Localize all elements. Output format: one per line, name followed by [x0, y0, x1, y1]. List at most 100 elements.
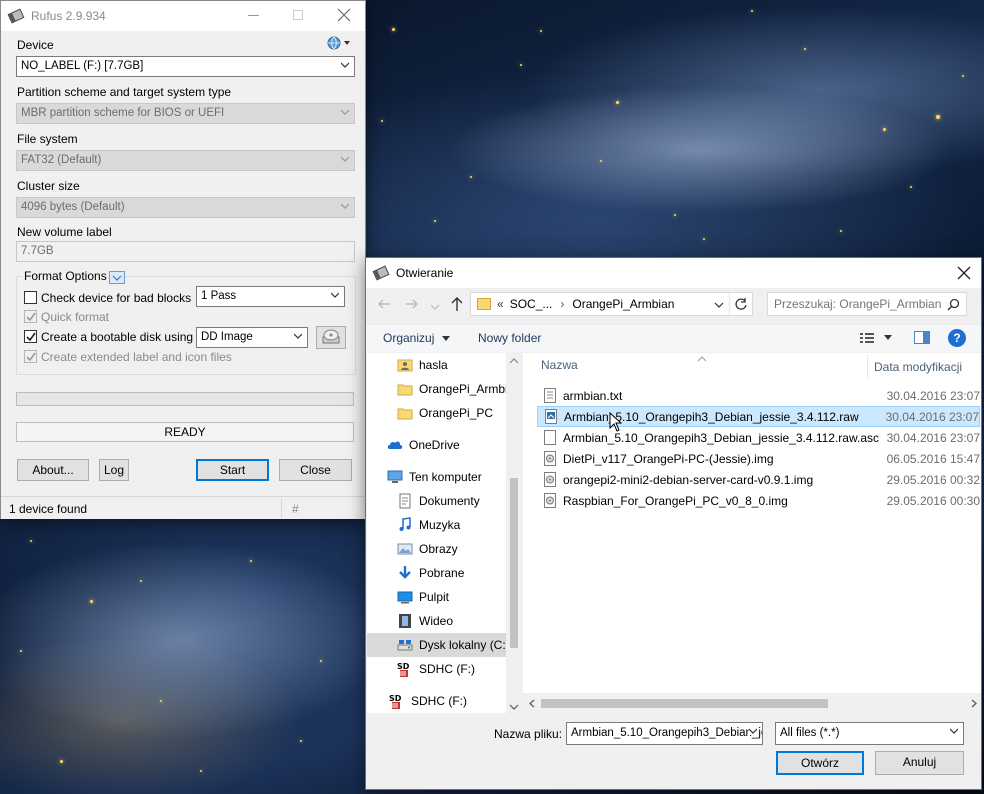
breadcrumb-separator: › [560, 297, 565, 311]
refresh-icon[interactable] [734, 297, 748, 311]
passes-select[interactable]: 1 Pass [196, 286, 345, 307]
nav-item[interactable]: Obrazy [367, 537, 507, 561]
nav-item[interactable]: OrangePi_PC [367, 401, 507, 425]
nav-item[interactable]: Pulpit [367, 585, 507, 609]
chevron-down-icon [294, 333, 302, 339]
file-name: Raspbian_For_OrangePi_PC_v0_8_0.img [563, 493, 788, 508]
status-box: READY [16, 422, 354, 442]
navigation-pane: hasla OrangePi_Armbi OrangePi_PC OneDrive Te… [367, 353, 522, 713]
address-bar[interactable]: « SOC_... › OrangePi_Armbian [470, 292, 753, 316]
nav-item[interactable]: SD SDHC (F:) [367, 657, 507, 681]
forward-arrow-icon[interactable] [404, 298, 420, 313]
star [60, 760, 63, 763]
scroll-left-icon[interactable] [527, 695, 537, 712]
new-folder-button[interactable]: Nowy folder [478, 331, 541, 345]
organize-menu[interactable]: Organizuj [383, 331, 450, 345]
nav-item-label: SDHC (F:) [419, 662, 475, 676]
close-icon[interactable] [955, 264, 973, 282]
format-options-label: Format Options [21, 269, 110, 283]
bootable-checkbox[interactable] [24, 330, 37, 343]
star [910, 186, 912, 188]
nav-item[interactable]: SD SDHC (F:) [367, 689, 507, 713]
star [20, 650, 22, 652]
scroll-down-icon[interactable] [506, 702, 522, 712]
rufus-titlebar[interactable]: Rufus 2.9.934 [1, 1, 365, 31]
status-bar: 1 device found # [1, 496, 365, 519]
file-name: DietPi_v117_OrangePi-PC-(Jessie).img [563, 451, 774, 466]
h-scroll-thumb[interactable] [541, 699, 828, 708]
toggle-advanced-icon[interactable] [109, 271, 125, 284]
star [883, 128, 886, 131]
extended-label-checkbox [24, 350, 37, 363]
view-options-icon[interactable] [860, 331, 900, 348]
image-type-value: DD Image [201, 331, 253, 343]
nav-item[interactable]: OrangePi_Armbi [367, 377, 508, 401]
cancel-button[interactable]: Anuluj [875, 751, 964, 775]
star [381, 120, 383, 122]
breadcrumb-overflow[interactable]: « [497, 297, 504, 311]
address-dropdown-icon[interactable] [714, 301, 724, 309]
search-box[interactable] [767, 292, 967, 316]
file-row[interactable]: DietPi_v117_OrangePi-PC-(Jessie).img 06.0… [537, 448, 980, 469]
dialog-titlebar[interactable]: Otwieranie [366, 258, 981, 288]
nav-item[interactable]: Dokumenty [367, 489, 507, 513]
passes-select-value: 1 Pass [201, 290, 237, 302]
nav-item[interactable]: Ten komputer [367, 465, 507, 489]
scroll-thumb[interactable] [510, 478, 518, 648]
file-row[interactable]: orangepi2-mini2-debian-server-card-v0.9.… [537, 469, 980, 490]
log-button[interactable]: Log [99, 459, 129, 481]
file-row[interactable]: Armbian_5.10_Orangepih3_Debian_jessie_3.… [537, 427, 980, 448]
back-arrow-icon[interactable] [376, 298, 392, 313]
preview-pane-icon[interactable] [914, 331, 930, 344]
star [300, 740, 302, 742]
nav-item-label: Ten komputer [409, 470, 482, 484]
sort-up-icon [697, 356, 707, 362]
minimize-icon[interactable] [248, 15, 259, 16]
language-globe-icon[interactable] [326, 35, 352, 51]
check-bad-blocks-checkbox[interactable] [24, 291, 37, 304]
filetype-select[interactable]: All files (*.*) [775, 722, 964, 745]
nav-item-label: Dysk lokalny (C:) [419, 638, 510, 652]
column-header-date[interactable]: Data modyfikacji [874, 360, 962, 374]
about-button[interactable]: About... [17, 459, 89, 481]
file-row[interactable]: armbian.txt 30.04.2016 23:07 [537, 385, 980, 406]
file-date: 30.04.2016 23:07 [886, 388, 980, 403]
partition-select: MBR partition scheme for BIOS or UEFI [16, 103, 355, 124]
scroll-up-icon[interactable] [506, 356, 522, 366]
device-select[interactable]: NO_LABEL (F:) [7.7GB] [16, 56, 355, 77]
up-arrow-icon[interactable] [450, 296, 464, 315]
status-text: READY [164, 425, 206, 439]
close-icon[interactable] [335, 6, 353, 24]
sd-card-icon: SD [389, 693, 405, 709]
start-button[interactable]: Start [196, 459, 269, 481]
column-header-name[interactable]: Nazwa [541, 356, 866, 380]
search-input[interactable] [774, 296, 944, 312]
breadcrumb-parent[interactable]: SOC_... [510, 297, 553, 311]
nav-item-label: Wideo [419, 614, 454, 628]
recent-chevron-icon[interactable] [430, 300, 440, 314]
nav-item[interactable]: Pobrane [367, 561, 507, 585]
filename-input[interactable]: Armbian_5.10_Orangepih3_Debian_jessie_3.… [566, 722, 763, 745]
breadcrumb-current[interactable]: OrangePi_Armbian [572, 297, 674, 311]
image-type-select[interactable]: DD Image [196, 327, 308, 348]
nav-item[interactable]: Muzyka [367, 513, 507, 537]
disc-drive-icon [322, 329, 340, 344]
star [936, 115, 940, 119]
disc-file-icon [544, 472, 556, 487]
star [470, 176, 472, 178]
horizontal-scrollbar[interactable] [523, 695, 981, 712]
scroll-right-icon[interactable] [969, 695, 979, 712]
close-button[interactable]: Close [279, 459, 352, 481]
help-icon[interactable]: ? [948, 329, 966, 347]
nav-scrollbar[interactable] [506, 353, 522, 715]
nav-item[interactable]: hasla [367, 353, 507, 377]
nav-item[interactable]: OneDrive [367, 433, 507, 457]
nav-item[interactable]: Dysk lokalny (C:) [367, 633, 510, 657]
check-bad-blocks-label: Check device for bad blocks [41, 291, 192, 305]
search-icon[interactable] [947, 298, 960, 311]
open-button[interactable]: Otwórz [776, 751, 864, 775]
nav-item[interactable]: Wideo [367, 609, 507, 633]
file-row[interactable]: Armbian_5.10_Orangepih3_Debian_jessie_3.… [537, 406, 980, 427]
select-image-button[interactable] [316, 326, 346, 349]
file-row[interactable]: Raspbian_For_OrangePi_PC_v0_8_0.img 29.05… [537, 490, 980, 511]
